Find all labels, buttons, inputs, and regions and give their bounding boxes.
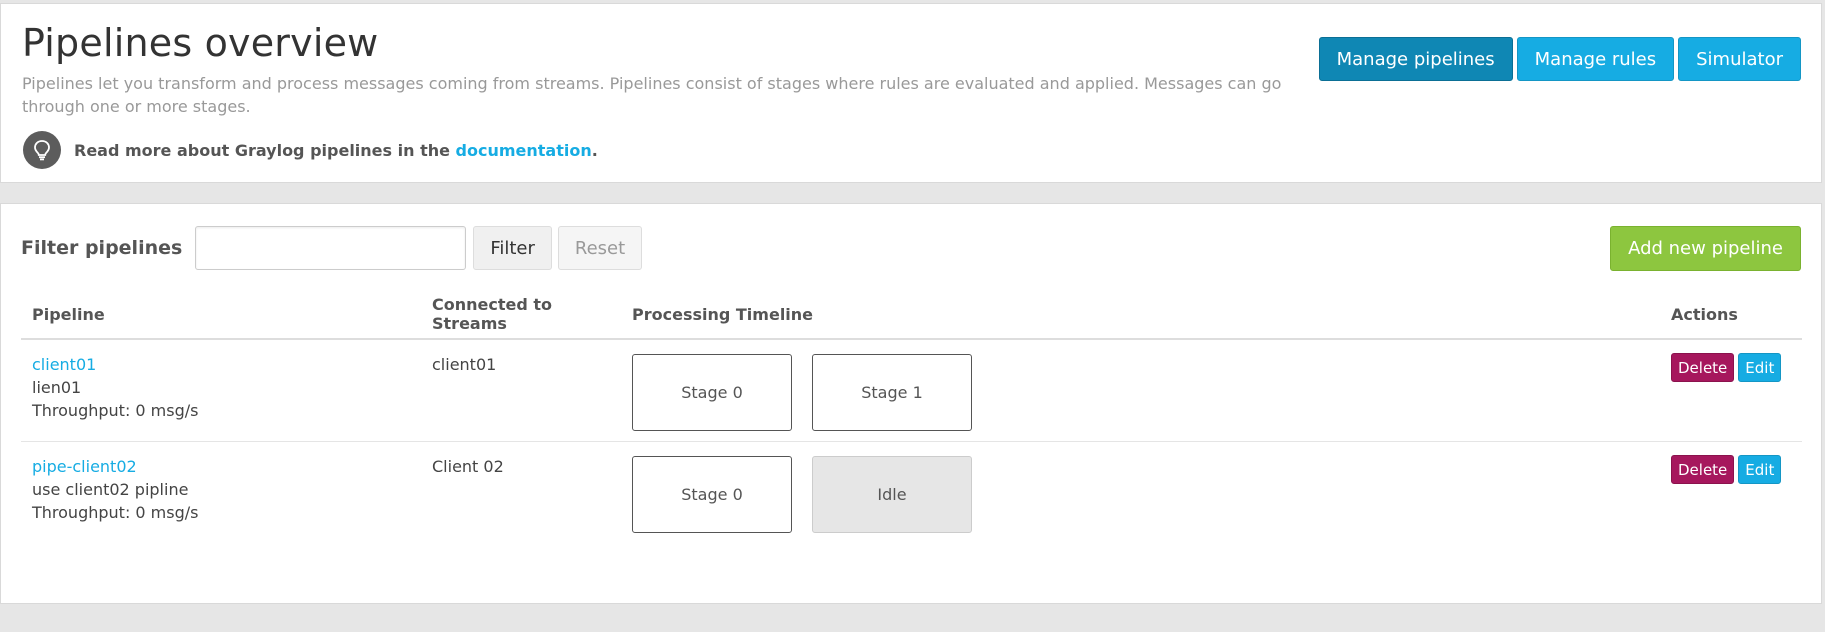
stage-box: Stage 0 [632,456,792,533]
row-actions: Delete Edit [1671,455,1791,484]
column-header-streams[interactable]: Connected to Streams [421,290,621,340]
table-row: pipe-client02 use client02 pipline Throu… [21,442,1802,544]
documentation-suffix: . [591,140,598,160]
pipeline-cell: pipe-client02 use client02 pipline Throu… [21,442,421,544]
lightbulb-icon [23,131,61,169]
filter-form: Filter pipelines Filter Reset [21,226,643,270]
pipeline-cell: client01 lien01 Throughput: 0 msg/s [21,339,421,442]
filter-button[interactable]: Filter [473,226,552,270]
delete-button[interactable]: Delete [1671,353,1735,382]
processing-timeline: Stage 0 Stage 1 [632,353,1649,431]
manage-pipelines-button[interactable]: Manage pipelines [1318,37,1513,81]
processing-timeline: Stage 0 Idle [632,455,1649,533]
actions-cell: Delete Edit [1660,442,1802,544]
documentation-prefix: Read more about Graylog pipelines in the [74,140,456,160]
timeline-cell: Stage 0 Idle [621,442,1660,544]
column-header-timeline: Processing Timeline [621,290,1660,340]
stage-box: Stage 1 [812,354,972,431]
row-actions: Delete Edit [1671,353,1791,382]
simulator-button[interactable]: Simulator [1678,37,1801,81]
page-description: Pipelines let you transform and process … [22,74,1282,116]
pipeline-name-link[interactable]: client01 [32,355,96,374]
actions-cell: Delete Edit [1660,339,1802,442]
manage-rules-button[interactable]: Manage rules [1516,37,1675,81]
column-header-actions: Actions [1660,290,1802,340]
table-row: client01 lien01 Throughput: 0 msg/s clie… [21,339,1802,442]
stage-box: Stage 0 [632,354,792,431]
page-header-panel: Pipelines overview Pipelines let you tra… [0,3,1822,183]
page-title: Pipelines overview [22,21,379,65]
column-header-pipeline[interactable]: Pipeline [21,290,421,340]
pipelines-table: Pipeline Connected to Streams Processing… [21,290,1802,543]
delete-button[interactable]: Delete [1671,455,1735,484]
add-new-pipeline-button[interactable]: Add new pipeline [1610,226,1801,271]
table-header-row: Pipeline Connected to Streams Processing… [21,290,1802,340]
documentation-hint: Read more about Graylog pipelines in the… [23,130,598,170]
edit-button[interactable]: Edit [1738,353,1782,382]
pipeline-name-link[interactable]: pipe-client02 [32,457,137,476]
stage-box-idle: Idle [812,456,972,533]
header-button-group: Manage pipelines Manage rules Simulator [1318,37,1801,81]
pipeline-description: lien01 [32,378,82,397]
edit-button[interactable]: Edit [1738,455,1782,484]
pipeline-throughput: Throughput: 0 msg/s [32,401,199,420]
documentation-link[interactable]: documentation [456,141,592,160]
documentation-text: Read more about Graylog pipelines in the… [74,141,598,160]
reset-button[interactable]: Reset [557,226,643,270]
pipelines-panel: Filter pipelines Filter Reset Add new pi… [0,203,1822,604]
pipeline-description: use client02 pipline [32,480,189,499]
streams-cell: client01 [421,339,621,442]
timeline-cell: Stage 0 Stage 1 [621,339,1660,442]
streams-cell: Client 02 [432,457,504,476]
filter-input[interactable] [195,226,467,270]
pipeline-throughput: Throughput: 0 msg/s [32,503,199,522]
filter-label: Filter pipelines [21,237,183,259]
